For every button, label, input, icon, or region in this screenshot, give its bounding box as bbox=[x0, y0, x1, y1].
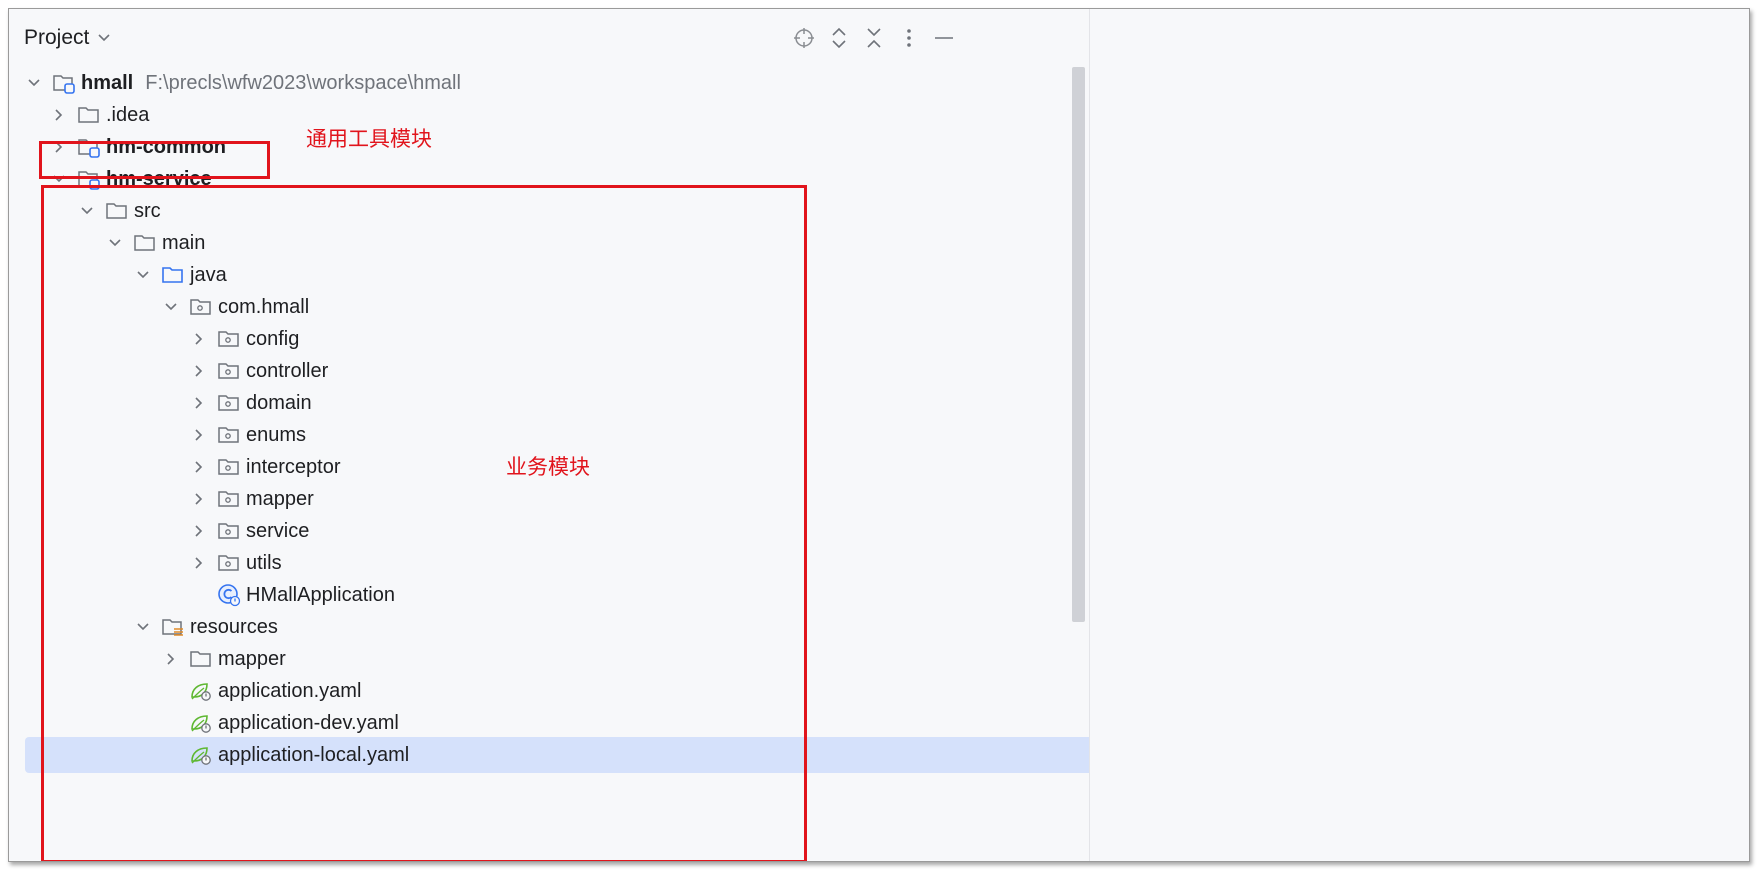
project-tool-window: Project hmall F:\precls\wfw2023\workspac… bbox=[9, 9, 1224, 861]
locate-file-icon[interactable] bbox=[791, 25, 817, 51]
project-view-selector[interactable]: Project bbox=[24, 23, 111, 53]
annotation-box-service bbox=[41, 185, 807, 861]
chevron-down-icon bbox=[97, 33, 111, 43]
hide-panel-icon[interactable] bbox=[931, 25, 957, 51]
annotation-label-service: 业务模块 bbox=[506, 455, 590, 479]
tree-item-hmall[interactable]: hmall F:\precls\wfw2023\workspace\hmall bbox=[9, 65, 1075, 101]
module-path: F:\precls\wfw2023\workspace\hmall bbox=[145, 71, 461, 94]
annotation-box-common bbox=[39, 141, 270, 179]
tree-item-label: .idea bbox=[106, 103, 150, 126]
tree-item-idea[interactable]: .idea bbox=[9, 97, 1100, 133]
chevron-right-icon[interactable] bbox=[48, 104, 70, 126]
ide-window: Project hmall F:\precls\wfw2023\workspac… bbox=[8, 8, 1750, 862]
tree-item-label: hmall bbox=[81, 71, 134, 94]
editor-area bbox=[1090, 9, 1749, 861]
expand-all-icon[interactable] bbox=[826, 25, 852, 51]
folder-icon bbox=[76, 103, 102, 127]
collapse-all-icon[interactable] bbox=[861, 25, 887, 51]
annotation-label-common: 通用工具模块 bbox=[306, 127, 432, 151]
module-folder-icon bbox=[51, 71, 77, 95]
panel-title: Project bbox=[24, 26, 90, 49]
chevron-down-icon[interactable] bbox=[23, 72, 45, 94]
scrollbar-thumb[interactable] bbox=[1072, 67, 1085, 622]
options-menu-icon[interactable] bbox=[896, 25, 922, 51]
